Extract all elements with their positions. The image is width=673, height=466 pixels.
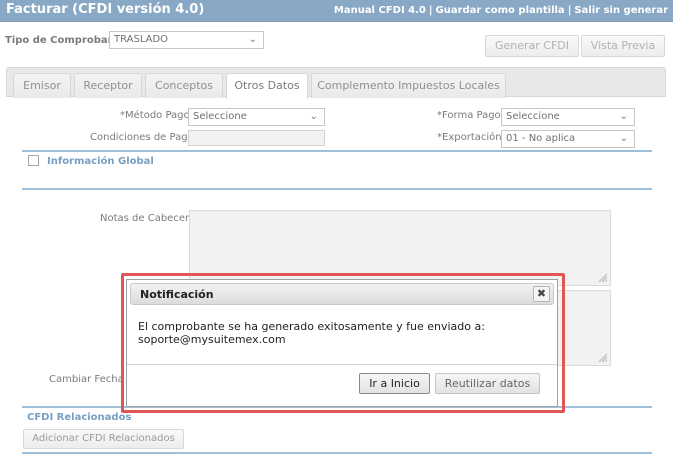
reutilizar-datos-button[interactable]: Reutilizar datos <box>435 373 540 394</box>
ir-a-inicio-button[interactable]: Ir a Inicio <box>359 373 430 394</box>
dialog-message: El comprobante se ha generado exitosamen… <box>138 320 548 346</box>
dialog-footer-divider <box>127 364 557 365</box>
close-icon[interactable]: ✖ <box>533 286 550 302</box>
dialog-titlebar: Notificación ✖ <box>130 283 554 305</box>
dialog-message-line1: El comprobante se ha generado exitosamen… <box>138 320 485 333</box>
dialog-message-email: soporte@mysuitemex.com <box>138 333 286 346</box>
notification-dialog: Notificación ✖ El comprobante se ha gene… <box>126 279 558 407</box>
dialog-title: Notificación <box>140 288 214 301</box>
